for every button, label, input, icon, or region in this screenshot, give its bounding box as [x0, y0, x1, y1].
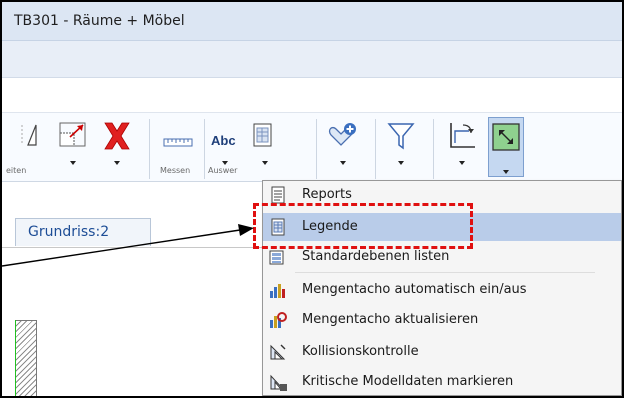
- measure-button[interactable]: [161, 119, 195, 167]
- ribbon-separator: [204, 119, 205, 179]
- application-window: TB301 - Räume + Möbel Abc eiten Messen A…: [0, 0, 624, 398]
- title-bar: TB301 - Räume + Möbel: [2, 2, 622, 41]
- selection-arrows-icon: [492, 123, 520, 151]
- green-guide-line: [15, 320, 16, 396]
- axis-button[interactable]: [445, 119, 479, 167]
- favorites-button[interactable]: [326, 119, 360, 167]
- ribbon-spacer: [2, 78, 622, 113]
- filter-funnel-icon: [387, 123, 415, 150]
- document-tab-label: Grundriss:2: [28, 224, 110, 240]
- annotation-highlight-box: [253, 203, 473, 249]
- ruler-icon: [163, 138, 193, 147]
- quantity-meter-toggle-icon: [270, 284, 285, 298]
- text-button[interactable]: Abc: [208, 119, 242, 167]
- menu-item-mengentacho-refresh[interactable]: Mengentacho aktualisieren: [263, 306, 621, 334]
- delete-button[interactable]: [100, 119, 134, 167]
- mirror-icon: [21, 124, 37, 146]
- quantity-meter-refresh-icon: [270, 312, 287, 328]
- menu-separator: [295, 272, 595, 273]
- legend-ribbon-button[interactable]: [248, 119, 282, 167]
- menu-item-label: Standardebenen listen: [302, 249, 450, 264]
- mirror-button[interactable]: [14, 119, 44, 167]
- axis-rotate-icon: [450, 123, 475, 148]
- menu-item-kritische-modelldaten[interactable]: Kritische Modelldaten markieren: [263, 368, 621, 396]
- reports-icon: [271, 186, 285, 204]
- ribbon-tab-bar: [2, 41, 622, 78]
- ribbon-toolbar: Abc eiten Messen Auswer: [2, 113, 622, 182]
- ribbon-separator: [149, 119, 150, 179]
- ribbon-separator: [375, 119, 376, 179]
- filter-button[interactable]: [384, 119, 418, 167]
- abc-label: Abc: [211, 133, 236, 148]
- heart-plus-icon: [328, 123, 356, 146]
- ribbon-separator: [433, 119, 434, 179]
- ribbon-separator: [316, 119, 317, 179]
- document-list-icon: [253, 123, 272, 147]
- menu-item-label: Mengentacho aktualisieren: [302, 312, 479, 327]
- menu-item-mengentacho-toggle[interactable]: Mengentacho automatisch ein/aus: [263, 276, 621, 304]
- group-label: Auswer: [208, 166, 238, 175]
- stretch-button[interactable]: [56, 119, 90, 167]
- document-tab[interactable]: Grundriss:2: [15, 218, 151, 246]
- menu-item-label: Reports: [302, 187, 352, 202]
- group-label: eiten: [6, 166, 27, 175]
- menu-item-kollisionskontrolle[interactable]: Kollisionskontrolle: [263, 338, 621, 366]
- wall-hatch: [15, 320, 37, 396]
- delete-x-icon: [104, 122, 130, 150]
- menu-item-label: Kollisionskontrolle: [302, 344, 419, 359]
- layer-list-icon: [269, 250, 284, 265]
- menu-item-label: Kritische Modelldaten markieren: [302, 374, 514, 389]
- canvas-border: [2, 247, 262, 248]
- group-label: Messen: [160, 166, 191, 175]
- window-title: TB301 - Räume + Möbel: [14, 13, 185, 29]
- active-dropdown-button[interactable]: [488, 117, 524, 177]
- collision-check-icon: [270, 344, 286, 360]
- menu-item-label: Mengentacho automatisch ein/aus: [302, 282, 527, 297]
- critical-data-icon: [270, 374, 287, 391]
- stretch-icon: [59, 122, 86, 147]
